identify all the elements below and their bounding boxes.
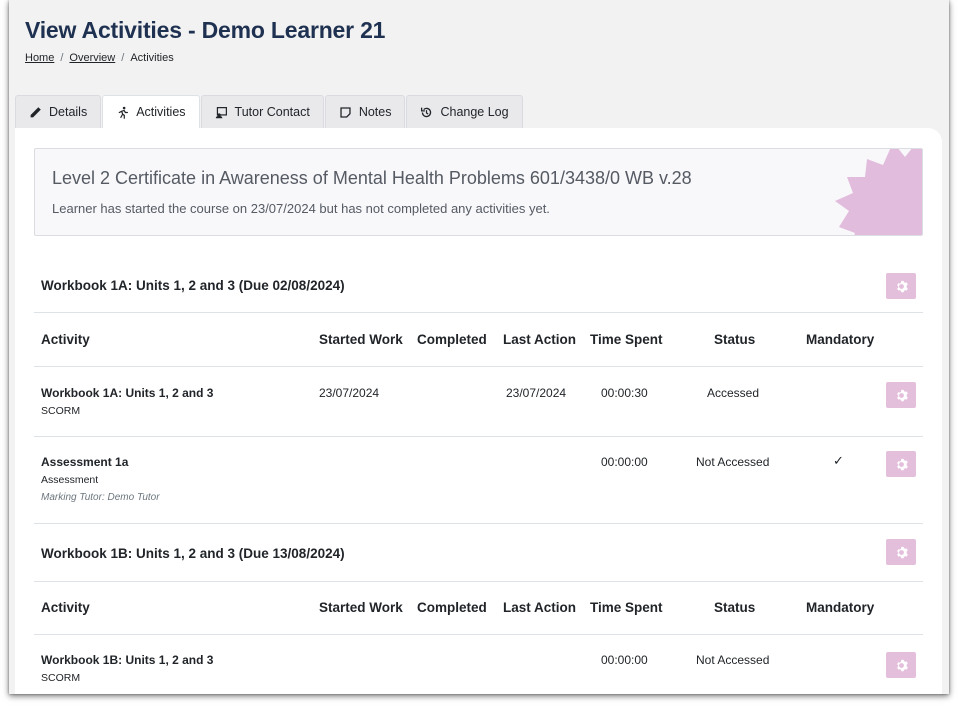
activity-name: Assessment 1a bbox=[41, 455, 129, 469]
column-header-activity: Activity bbox=[41, 600, 90, 615]
breadcrumb-separator: / bbox=[60, 52, 64, 64]
section-header: Workbook 1B: Units 1, 2 and 3 (Due 13/08… bbox=[34, 524, 923, 582]
column-header-last-action: Last Action bbox=[503, 332, 577, 347]
tab-activities[interactable]: Activities bbox=[102, 95, 200, 128]
activity-name: Workbook 1B: Units 1, 2 and 3 bbox=[41, 653, 214, 667]
activity-type: SCORM bbox=[41, 405, 81, 417]
pencil-icon bbox=[30, 106, 41, 117]
tab-label: Tutor Contact bbox=[234, 105, 310, 119]
status-value: Not Accessed bbox=[696, 653, 770, 667]
column-header-last-action: Last Action bbox=[503, 600, 577, 615]
section-settings-button[interactable] bbox=[886, 539, 916, 565]
app-window: View Activities - Demo Learner 21 Home /… bbox=[9, 0, 949, 694]
tab-details[interactable]: Details bbox=[15, 95, 102, 128]
column-header-completed: Completed bbox=[417, 332, 487, 347]
table-row: Assessment 1a Assessment Marking Tutor: … bbox=[34, 437, 923, 524]
section-title: Workbook 1A: Units 1, 2 and 3 (Due 02/08… bbox=[41, 278, 345, 293]
column-header-time-spent: Time Spent bbox=[590, 600, 663, 615]
column-header-mandatory: Mandatory bbox=[806, 332, 875, 347]
status-value: Not Accessed bbox=[696, 455, 770, 469]
table-header: Activity Started Work Completed Last Act… bbox=[34, 314, 923, 367]
course-summary: Level 2 Certificate in Awareness of Ment… bbox=[34, 148, 923, 236]
breadcrumb-separator: / bbox=[121, 52, 125, 64]
tab-label: Details bbox=[49, 105, 88, 119]
gear-icon bbox=[896, 546, 908, 558]
tab-notes[interactable]: Notes bbox=[324, 95, 406, 128]
activity-settings-button[interactable] bbox=[886, 451, 916, 477]
started-work-value: 23/07/2024 bbox=[319, 386, 380, 400]
marking-tutor: Marking Tutor: Demo Tutor bbox=[41, 492, 160, 503]
contact-icon bbox=[215, 106, 227, 118]
breadcrumb-home-link[interactable]: Home bbox=[25, 52, 54, 64]
time-spent-value: 00:00:30 bbox=[601, 386, 648, 400]
tab-tutor-contact[interactable]: Tutor Contact bbox=[200, 95, 324, 128]
history-icon bbox=[421, 107, 432, 117]
column-header-activity: Activity bbox=[41, 332, 90, 347]
column-header-status: Status bbox=[714, 600, 756, 615]
activity-type: SCORM bbox=[41, 672, 81, 684]
page-title: View Activities - Demo Learner 21 bbox=[25, 17, 386, 43]
activities-panel: Level 2 Certificate in Awareness of Ment… bbox=[15, 128, 942, 694]
activity-name: Workbook 1A: Units 1, 2 and 3 bbox=[41, 386, 214, 400]
section-settings-button[interactable] bbox=[886, 273, 916, 299]
column-header-completed: Completed bbox=[417, 600, 487, 615]
column-header-mandatory: Mandatory bbox=[806, 600, 875, 615]
gear-icon bbox=[896, 280, 908, 292]
runner-icon bbox=[118, 106, 129, 119]
course-progress-message: Learner has started the course on 23/07/… bbox=[52, 201, 550, 216]
badge-decoration-icon bbox=[835, 149, 922, 235]
note-icon bbox=[340, 106, 351, 118]
table-row: Workbook 1B: Units 1, 2 and 3 SCORM 00:0… bbox=[34, 636, 923, 694]
column-header-started: Started Work bbox=[319, 600, 403, 615]
tab-bar: Details Activities Tutor Contact Notes C… bbox=[15, 95, 524, 128]
gear-icon bbox=[896, 389, 908, 401]
time-spent-value: 00:00:00 bbox=[601, 455, 648, 469]
time-spent-value: 00:00:00 bbox=[601, 653, 648, 667]
column-header-time-spent: Time Spent bbox=[590, 332, 663, 347]
tab-label: Activities bbox=[136, 105, 186, 119]
breadcrumb-overview-link[interactable]: Overview bbox=[69, 52, 115, 64]
table-row: Workbook 1A: Units 1, 2 and 3 SCORM 23/0… bbox=[34, 368, 923, 437]
last-action-value: 23/07/2024 bbox=[506, 386, 567, 400]
tab-label: Change Log bbox=[440, 105, 509, 119]
column-header-started: Started Work bbox=[319, 332, 403, 347]
section-title: Workbook 1B: Units 1, 2 and 3 (Due 13/08… bbox=[41, 546, 345, 561]
section-header: Workbook 1A: Units 1, 2 and 3 (Due 02/08… bbox=[34, 260, 923, 313]
course-title: Level 2 Certificate in Awareness of Ment… bbox=[52, 168, 692, 188]
breadcrumb: Home / Overview / Activities bbox=[25, 52, 174, 64]
activity-settings-button[interactable] bbox=[886, 652, 916, 678]
breadcrumb-current: Activities bbox=[130, 52, 174, 64]
gear-icon bbox=[896, 659, 908, 671]
table-header: Activity Started Work Completed Last Act… bbox=[34, 582, 923, 635]
activity-type: Assessment bbox=[41, 474, 99, 486]
column-header-status: Status bbox=[714, 332, 756, 347]
status-value: Accessed bbox=[707, 386, 760, 400]
mandatory-check-icon: ✓ bbox=[833, 453, 844, 468]
activity-settings-button[interactable] bbox=[886, 382, 916, 408]
gear-icon bbox=[896, 458, 908, 470]
tab-change-log[interactable]: Change Log bbox=[406, 95, 523, 128]
tab-label: Notes bbox=[358, 105, 392, 119]
